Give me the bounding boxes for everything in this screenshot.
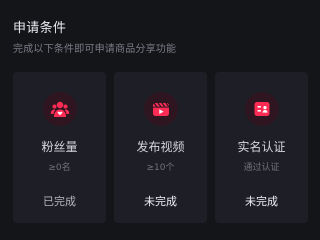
section-title: 申请条件 [13,21,67,36]
condition-cards: 粉丝量 ≥0名 已完成 发布视频 ≥10个 未完成 实名认证 通过认证 未完成 [13,72,308,223]
condition-card-fans: 粉丝量 ≥0名 已完成 [13,72,106,223]
condition-card-videos: 发布视频 ≥10个 未完成 [114,72,207,223]
condition-status: 已完成 [43,195,76,208]
condition-requirement: ≥10个 [146,163,175,173]
apply-conditions-panel: 申请条件 完成以下条件即可申请商品分享功能 粉丝量 ≥0名 已完成 发布视频 ≥… [0,0,317,240]
fans-icon [42,92,77,126]
condition-status: 未完成 [245,195,278,208]
condition-status: 未完成 [144,195,177,208]
section-subtitle: 完成以下条件即可申请商品分享功能 [13,44,177,55]
video-icon [143,92,178,126]
condition-name: 发布视频 [136,140,185,154]
condition-card-real-name: 实名认证 通过认证 未完成 [215,72,308,223]
condition-requirement: 通过认证 [243,163,280,173]
condition-requirement: ≥0名 [48,163,71,173]
condition-name: 粉丝量 [41,140,78,154]
id-card-icon [244,92,279,126]
condition-name: 实名认证 [237,140,286,154]
